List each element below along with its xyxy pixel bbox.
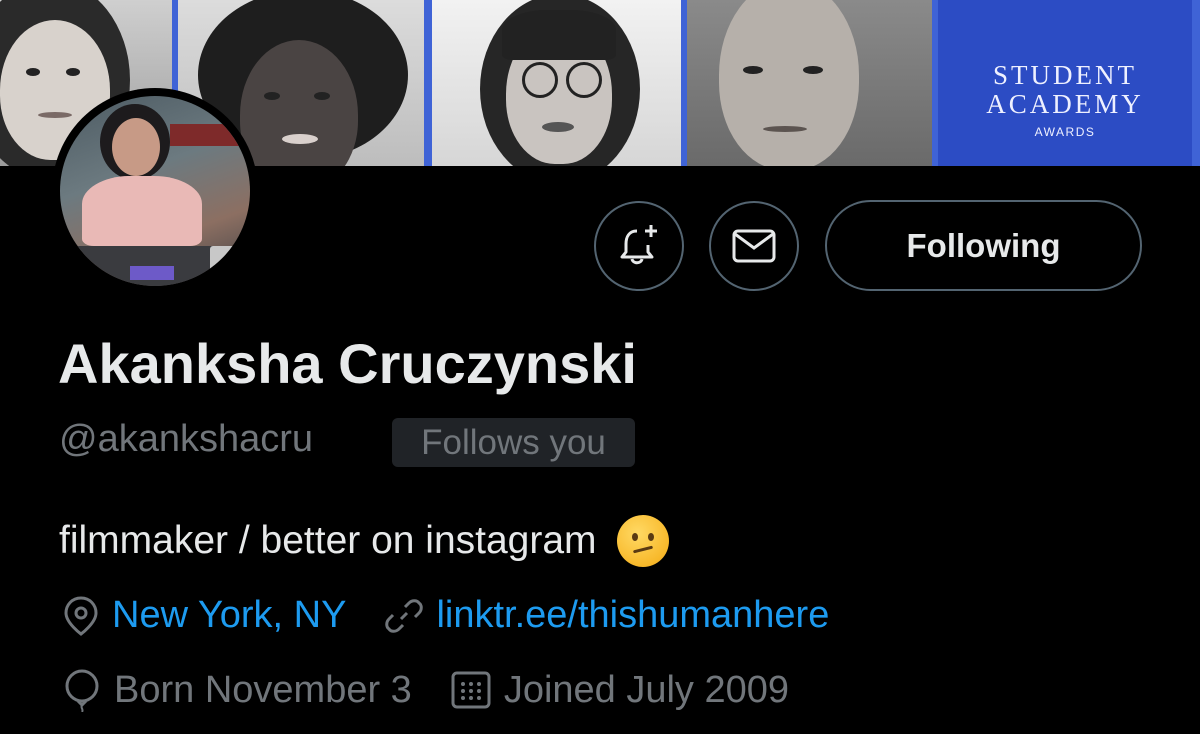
award-line-1: STUDENT bbox=[993, 60, 1137, 90]
award-line-3: AWARDS bbox=[1034, 125, 1096, 139]
envelope-icon bbox=[732, 229, 776, 263]
banner-photo-4 bbox=[687, 0, 932, 166]
birthday-item: Born November 3 bbox=[62, 668, 412, 712]
banner-photo-3 bbox=[432, 0, 681, 166]
avatar-photo bbox=[60, 96, 250, 286]
user-handle: @akankshacru bbox=[59, 418, 314, 460]
location-pin-icon bbox=[64, 595, 98, 636]
link-icon bbox=[385, 598, 424, 633]
profile-avatar[interactable] bbox=[52, 88, 258, 294]
joined-text: Joined July 2009 bbox=[503, 668, 790, 711]
direct-message-button[interactable] bbox=[709, 201, 799, 291]
website-link[interactable]: linktr.ee/thishumanhere bbox=[436, 594, 829, 637]
display-name: Akanksha Cruczynski bbox=[58, 332, 637, 395]
location-link[interactable]: New York, NY bbox=[112, 594, 346, 637]
calendar-icon bbox=[451, 671, 491, 709]
location-item: New York, NY bbox=[62, 594, 346, 637]
birthday-text: Born November 3 bbox=[114, 668, 412, 711]
profile-bio: filmmaker / better on instagram bbox=[59, 515, 669, 567]
follows-you-badge: Follows you bbox=[392, 418, 635, 467]
student-academy-awards-logo: STUDENT ACADEMY AWARDS bbox=[938, 0, 1192, 166]
website-item: linktr.ee/thishumanhere bbox=[384, 594, 829, 637]
profile-meta-row-1: New York, NY linktr.ee/thishumanhere bbox=[62, 594, 867, 637]
bell-plus-icon bbox=[620, 225, 657, 265]
balloon-icon bbox=[65, 669, 99, 712]
bio-text: filmmaker / better on instagram bbox=[59, 519, 597, 562]
joined-item: Joined July 2009 bbox=[450, 669, 789, 712]
confused-face-emoji bbox=[616, 515, 669, 567]
award-line-2: ACADEMY bbox=[986, 89, 1144, 119]
profile-meta-row-2: Born November 3 Joined July 2009 bbox=[62, 668, 827, 712]
notification-subscribe-button[interactable] bbox=[594, 201, 684, 291]
following-button[interactable]: Following bbox=[825, 200, 1142, 291]
